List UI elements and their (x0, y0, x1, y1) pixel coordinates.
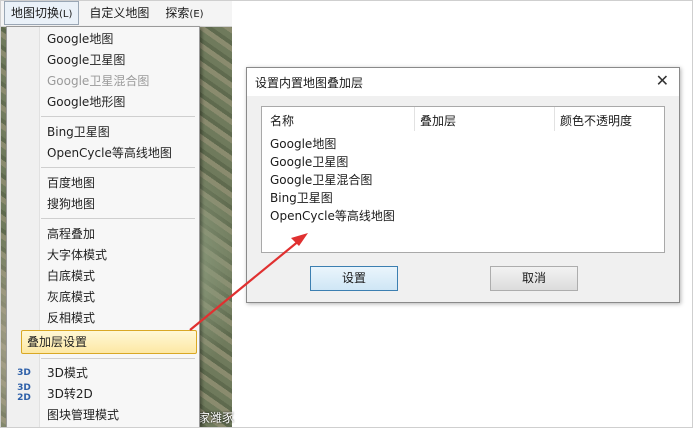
menu-explore-accel: (E) (189, 9, 204, 20)
column-header-opacity[interactable]: 颜色不透明度 (560, 112, 632, 129)
map-switch-dropdown: Google地图 Google卫星图 Google卫星混合图 Google地形图… (6, 26, 200, 428)
set-button[interactable]: 设置 (310, 266, 398, 291)
menu-separator (41, 358, 195, 359)
menu-item-elevation-overlay[interactable]: 高程叠加 (47, 224, 95, 244)
3d-icon: 3D (17, 368, 31, 378)
menu-separator (41, 116, 195, 117)
cancel-button[interactable]: 取消 (490, 266, 578, 291)
menu-item-google-map[interactable]: Google地图 (47, 29, 113, 49)
list-item[interactable]: OpenCycle等高线地图 (270, 207, 395, 224)
menu-item-google-satellite[interactable]: Google卫星图 (47, 50, 125, 70)
menu-item-white-bg[interactable]: 白底模式 (47, 266, 95, 286)
menu-item-opencycle[interactable]: OpenCycle等高线地图 (47, 143, 172, 163)
menu-item-google-terrain[interactable]: Google地形图 (47, 92, 125, 112)
list-item[interactable]: Bing卫星图 (270, 189, 333, 206)
menu-custom-map-label: 自定义地图 (89, 6, 150, 20)
menu-custom-map[interactable]: 自定义地图 (83, 2, 155, 24)
menu-map-switch[interactable]: 地图切换(L) (4, 1, 80, 25)
list-item[interactable]: Google卫星图 (270, 153, 348, 170)
close-icon[interactable]: ✕ (656, 71, 669, 90)
menu-item-invert[interactable]: 反相模式 (47, 308, 95, 328)
dialog-title: 设置内置地图叠加层 (255, 76, 364, 90)
list-item[interactable]: Google卫星混合图 (270, 171, 372, 188)
3d-to-2d-icon: 3D 2D (17, 383, 31, 403)
menu-separator (41, 218, 195, 219)
dialog-titlebar: 设置内置地图叠加层 ✕ (247, 68, 679, 96)
list-item[interactable]: Google地图 (270, 135, 336, 152)
menu-explore[interactable]: 探索(E) (159, 2, 209, 24)
column-header-name[interactable]: 名称 (270, 112, 294, 129)
column-divider (414, 107, 415, 131)
menu-item-bing-satellite[interactable]: Bing卫星图 (47, 122, 110, 142)
menu-icon-gutter (7, 27, 40, 427)
menu-item-large-font[interactable]: 大字体模式 (47, 245, 107, 265)
overlay-list[interactable]: 名称 叠加层 颜色不透明度 Google地图 Google卫星图 Google卫… (261, 106, 665, 253)
overlay-settings-dialog: 设置内置地图叠加层 ✕ 名称 叠加层 颜色不透明度 Google地图 Googl… (246, 67, 680, 303)
menu-item-sogou-map[interactable]: 搜狗地图 (47, 194, 95, 214)
menu-item-google-hybrid[interactable]: Google卫星混合图 (47, 71, 149, 91)
menu-item-baidu-map[interactable]: 百度地图 (47, 173, 95, 193)
column-divider (554, 107, 555, 131)
menu-separator (41, 167, 195, 168)
menu-item-3d-to-2d[interactable]: 3D转2D (47, 384, 93, 404)
menu-item-gray-bg[interactable]: 灰底模式 (47, 287, 95, 307)
map-place-label: 家潍豕 (198, 411, 235, 425)
menu-explore-label: 探索 (165, 6, 190, 20)
menu-bar: 地图切换(L) 自定义地图 探索(E) (0, 0, 232, 27)
menu-map-switch-label: 地图切换 (11, 6, 60, 20)
menu-item-3d-mode[interactable]: 3D模式 (47, 363, 88, 383)
menu-map-switch-accel: (L) (59, 9, 73, 20)
menu-item-overlay-settings[interactable]: 叠加层设置 (27, 332, 87, 352)
menu-item-tile-manager[interactable]: 图块管理模式 (47, 405, 119, 425)
column-header-overlay[interactable]: 叠加层 (420, 112, 456, 129)
